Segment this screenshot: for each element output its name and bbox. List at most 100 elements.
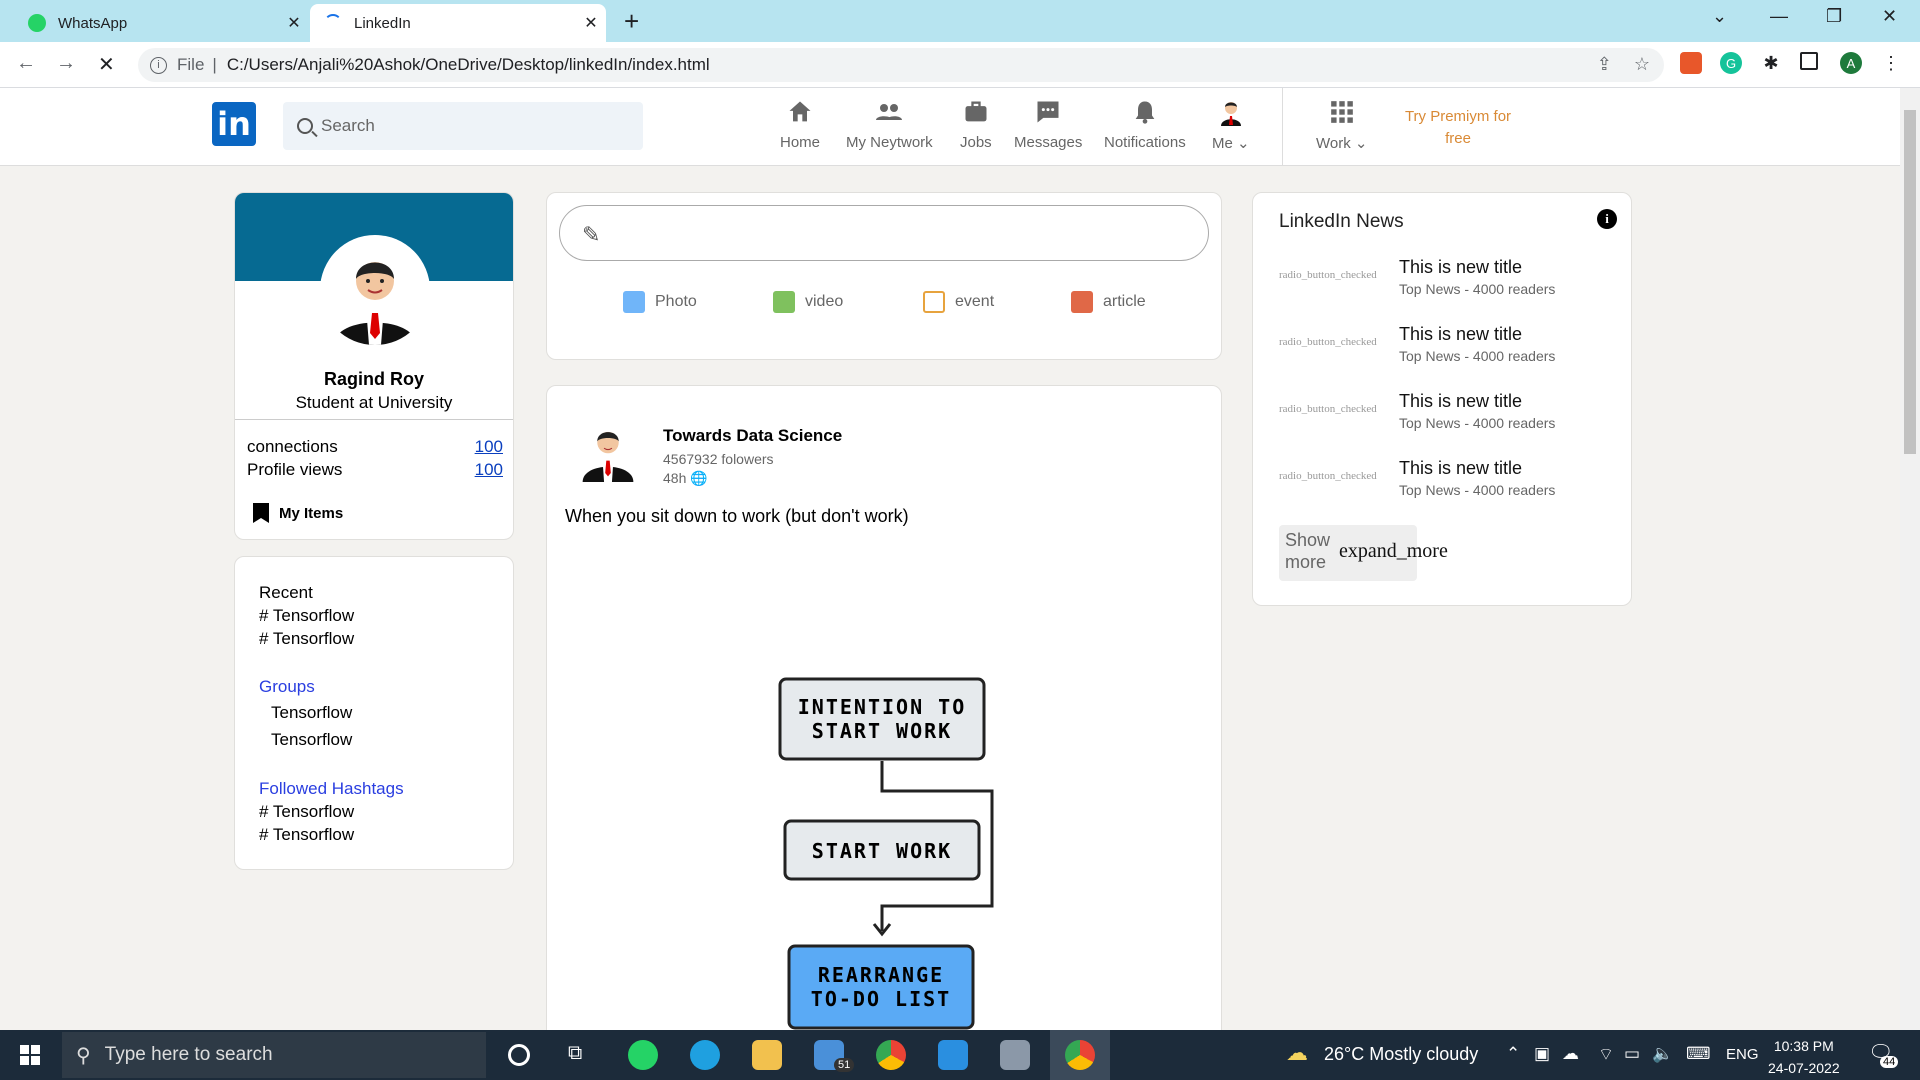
clock-time: 10:38 PM	[1773, 1038, 1834, 1054]
connections-count-link[interactable]: 100	[475, 437, 503, 457]
share-article-button[interactable]: article	[1071, 291, 1146, 313]
weather-icon[interactable]: ☁	[1286, 1040, 1308, 1066]
profile-card: Ragind Roy Student at University connect…	[234, 192, 514, 540]
stop-loading-icon[interactable]: ✕	[98, 52, 115, 77]
volume-icon[interactable]: 🔈	[1652, 1044, 1673, 1064]
extension-icon[interactable]	[1680, 52, 1702, 74]
recent-item[interactable]: # Tensorflow	[259, 606, 354, 626]
puzzle-icon[interactable]: ✱	[1760, 52, 1782, 74]
file-explorer-icon[interactable]	[752, 1040, 782, 1070]
nav-work[interactable]: Work ⌄	[1316, 98, 1367, 152]
tab-whatsapp[interactable]: WhatsApp ✕	[14, 4, 309, 42]
search-icon: ⚲	[76, 1044, 91, 1067]
post-image-flowchart[interactable]: INTENTION TO START WORK START WORK REARR…	[777, 676, 997, 1045]
close-window-icon[interactable]: ✕	[1882, 6, 1897, 27]
flow-box-3-line-1: REARRANGE	[818, 963, 944, 987]
whatsapp-icon[interactable]	[628, 1040, 658, 1070]
info-icon[interactable]: i	[1597, 209, 1617, 229]
back-icon[interactable]: ←	[16, 52, 36, 75]
whatsapp-icon	[28, 14, 46, 32]
url-bar[interactable]: i File | C:/Users/Anjali%20Ashok/OneDriv…	[138, 48, 1664, 82]
edge-icon[interactable]	[690, 1040, 720, 1070]
keyboard-icon[interactable]: ⌨	[1686, 1044, 1711, 1064]
profile-avatar[interactable]: A	[1840, 52, 1862, 74]
post-author-name[interactable]: Towards Data Science	[663, 426, 842, 446]
vscode-icon[interactable]	[938, 1040, 968, 1070]
my-items-label: My Items	[279, 504, 344, 522]
tab-linkedin[interactable]: LinkedIn ✕	[310, 4, 606, 42]
info-icon[interactable]: i	[150, 56, 167, 74]
chrome-profile-icon[interactable]	[1065, 1040, 1095, 1070]
mail-badge: 51	[834, 1058, 855, 1072]
linkedin-header: in Search Home My Neytwork Jobs Messages…	[0, 88, 1900, 166]
taskbar-search-input[interactable]: ⚲ Type here to search	[62, 1032, 486, 1078]
home-icon	[789, 101, 811, 122]
nav-home[interactable]: Home	[780, 98, 820, 151]
minimize-icon[interactable]: —	[1770, 6, 1788, 27]
scrollbar-thumb[interactable]	[1904, 110, 1916, 454]
chevron-down-icon[interactable]: ⌄	[1712, 6, 1727, 27]
profile-avatar-image[interactable]	[320, 235, 430, 345]
news-item-title: This is new title	[1399, 324, 1523, 344]
tab-title: LinkedIn	[354, 14, 411, 32]
language-indicator[interactable]: ENG	[1726, 1046, 1759, 1063]
recent-card: Recent # Tensorflow # Tensorflow Groups …	[234, 556, 514, 870]
show-more-label: Show more	[1285, 530, 1331, 572]
grammarly-icon[interactable]: G	[1720, 52, 1742, 74]
chrome-icon[interactable]	[876, 1040, 906, 1070]
profile-views-link[interactable]: 100	[475, 460, 503, 480]
kebab-menu-icon[interactable]: ⋮	[1880, 52, 1902, 74]
share-icon[interactable]: ⇪	[1597, 54, 1612, 75]
hashtag-item[interactable]: # Tensorflow	[259, 802, 354, 822]
forward-icon[interactable]: →	[56, 52, 76, 75]
group-item[interactable]: Tensorflow	[271, 703, 352, 723]
search-input[interactable]: Search	[283, 102, 643, 150]
cortana-icon[interactable]	[508, 1044, 530, 1066]
page-scrollbar[interactable]	[1900, 88, 1920, 1030]
new-tab-button[interactable]: +	[624, 6, 639, 37]
post-author-avatar[interactable]	[577, 420, 639, 482]
bookmark-star-icon[interactable]: ☆	[1634, 54, 1650, 75]
share-option-label: article	[1103, 293, 1146, 310]
nav-jobs[interactable]: Jobs	[960, 98, 992, 151]
linkedin-logo[interactable]: in	[212, 102, 256, 146]
start-post-input[interactable]: ✎	[559, 205, 1209, 261]
nav-my-network[interactable]: My Neytwork	[846, 98, 933, 151]
nav-me[interactable]: Me ⌄	[1212, 98, 1250, 152]
chevron-up-icon[interactable]: ⌃	[1506, 1044, 1520, 1064]
try-premium-link[interactable]: Try Premiym for free	[1396, 106, 1520, 150]
flow-box-3-line-2: TO-DO LIST	[811, 987, 951, 1011]
close-tab-icon[interactable]: ✕	[576, 13, 606, 33]
share-photo-button[interactable]: Photo	[623, 291, 697, 313]
hashtag-item[interactable]: # Tensorflow	[259, 825, 354, 845]
battery-icon[interactable]: ▭	[1624, 1044, 1640, 1064]
side-panel-icon[interactable]	[1800, 52, 1818, 70]
weather-text[interactable]: 26°C Mostly cloudy	[1324, 1044, 1478, 1065]
clock[interactable]: 10:38 PM 24-07-2022	[1768, 1035, 1840, 1079]
followed-hashtags-link[interactable]: Followed Hashtags	[259, 779, 404, 799]
restore-icon[interactable]: ❐	[1826, 6, 1842, 27]
wifi-icon[interactable]: ⌔	[1598, 1044, 1614, 1065]
active-app-highlight	[1050, 1030, 1110, 1080]
groups-link[interactable]: Groups	[259, 677, 315, 697]
nav-messages[interactable]: Messages	[1014, 98, 1082, 151]
close-tab-icon[interactable]: ✕	[279, 13, 309, 33]
profile-views-label: Profile views	[247, 460, 343, 479]
meet-icon[interactable]: ▣	[1534, 1044, 1550, 1064]
my-items-link[interactable]: My Items	[253, 503, 343, 523]
share-video-button[interactable]: video	[773, 291, 843, 313]
recent-item[interactable]: # Tensorflow	[259, 629, 354, 649]
expand-more-icon: expand_more	[1339, 540, 1448, 562]
camera-icon[interactable]	[1000, 1040, 1030, 1070]
show-more-button[interactable]: Show more expand_more	[1279, 525, 1448, 581]
group-item[interactable]: Tensorflow	[271, 730, 352, 750]
nav-notifications[interactable]: Notifications	[1104, 98, 1186, 151]
onedrive-icon[interactable]: ☁	[1562, 1044, 1579, 1064]
profile-name[interactable]: Ragind Roy	[235, 369, 513, 390]
windows-start-icon[interactable]	[20, 1045, 40, 1065]
task-view-icon[interactable]: ⧉	[568, 1042, 582, 1065]
globe-icon: 🌐	[690, 470, 708, 486]
url-separator: |	[212, 55, 217, 74]
share-event-button[interactable]: event	[923, 291, 994, 313]
url-text[interactable]: C:/Users/Anjali%20Ashok/OneDrive/Desktop…	[227, 55, 710, 75]
